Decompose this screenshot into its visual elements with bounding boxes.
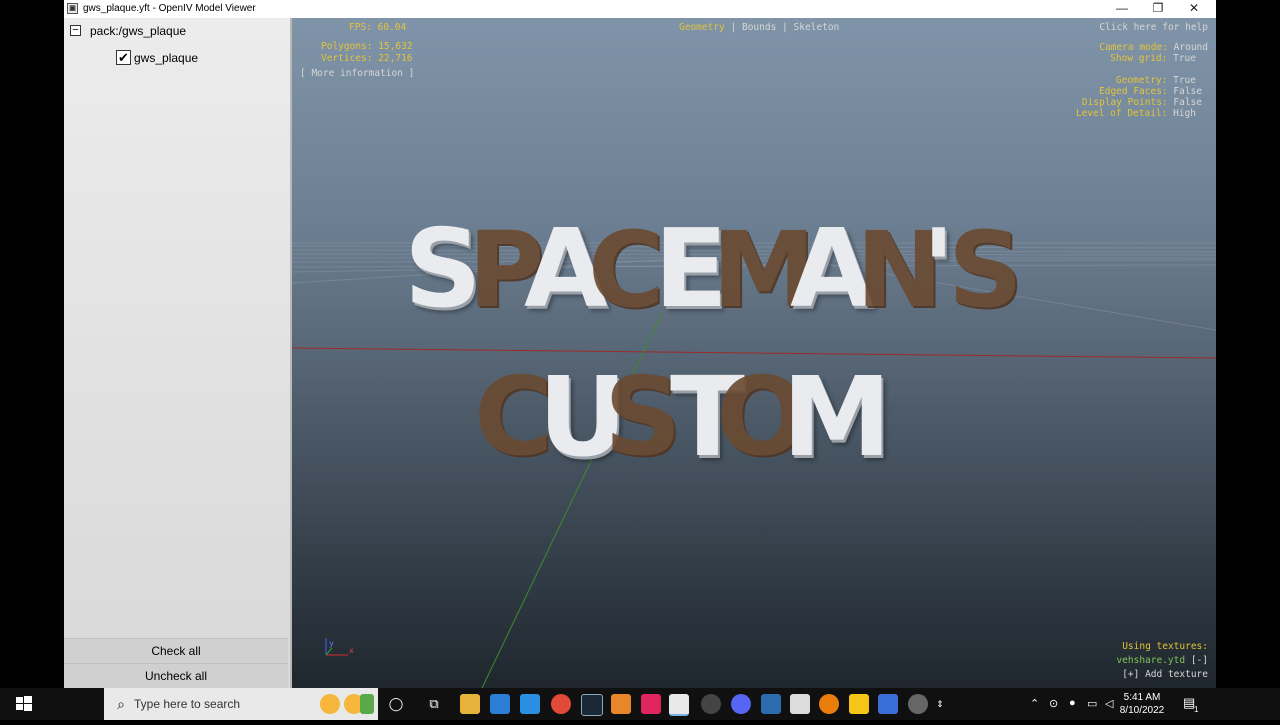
axis-gizmo-y-label: y <box>329 639 334 648</box>
vertices-readout: Vertices: 22,716 <box>321 53 413 64</box>
tab-geometry[interactable]: Geometry <box>679 22 725 33</box>
network-icon[interactable]: ▭ <box>1087 697 1097 710</box>
help-link[interactable]: Click here for help <box>1099 22 1208 33</box>
geometry-setting[interactable]: Geometry: True <box>1116 75 1196 86</box>
search-highlight-icon <box>320 694 340 714</box>
add-texture-button[interactable]: [+] Add texture <box>1122 669 1208 680</box>
uncheck-all-button[interactable]: Uncheck all <box>64 663 288 689</box>
taskbar-scroll-arrows[interactable]: ⇕ <box>934 694 946 714</box>
geometry-label: Geometry: <box>1115 75 1168 86</box>
letterbox-left <box>0 0 64 688</box>
level-of-detail-setting[interactable]: Level of Detail: High <box>1076 108 1196 119</box>
lod-value[interactable]: High <box>1173 108 1196 119</box>
collapse-icon[interactable]: − <box>70 25 81 36</box>
clock-date: 8/10/2022 <box>1119 705 1165 716</box>
texture-entry: vehshare.ytd [-] <box>1116 655 1208 666</box>
mail-icon[interactable] <box>520 694 540 714</box>
rockstar-launcher-icon[interactable] <box>849 694 869 714</box>
camera-mode-value[interactable]: Around <box>1174 42 1208 53</box>
remove-texture-button[interactable]: [-] <box>1191 655 1208 666</box>
tab-bounds[interactable]: Bounds <box>742 22 776 33</box>
clock-time: 5:41 AM <box>1123 692 1161 703</box>
app-icon-white[interactable] <box>790 694 810 714</box>
check-all-button[interactable]: Check all <box>64 638 288 664</box>
microsoft-store-icon[interactable] <box>490 694 510 714</box>
axis-gizmo-x-label: x <box>349 646 354 655</box>
tray-expand-icon[interactable]: ⌃ <box>1030 697 1039 710</box>
edged-faces-value[interactable]: False <box>1173 86 1202 97</box>
maximize-button[interactable]: ❐ <box>1140 0 1176 18</box>
tree-child-label: gws_plaque <box>134 51 199 65</box>
windows-taskbar: ⌕ Type here to search ◯ ⧉ ⇕ ⌃ ⊙ ● ▭ ◁ 5:… <box>0 688 1280 720</box>
model-tree-sidebar: − pack:/gws_plaque ✔ gws_plaque Check al… <box>64 18 292 689</box>
camera-mode-setting[interactable]: Camera mode: Around <box>1099 42 1208 53</box>
edged-faces-label: Edged Faces: <box>1099 86 1168 97</box>
steam-icon[interactable] <box>581 694 603 716</box>
polygons-readout: Polygons: 15,632 <box>321 41 413 52</box>
lod-label: Level of Detail: <box>1075 108 1168 119</box>
app-icon-blue[interactable] <box>761 694 781 714</box>
show-grid-setting[interactable]: Show grid: True <box>1110 53 1196 64</box>
edged-faces-setting[interactable]: Edged Faces: False <box>1099 86 1202 97</box>
show-grid-label: Show grid: <box>1110 53 1168 64</box>
obs-icon[interactable] <box>701 694 721 714</box>
app-icon-pink[interactable] <box>641 694 661 714</box>
file-explorer-icon[interactable] <box>460 694 480 714</box>
display-points-value[interactable]: False <box>1173 97 1202 108</box>
window-title: gws_plaque.yft - OpenIV Model Viewer <box>83 3 256 14</box>
app-window: ▣ gws_plaque.yft - OpenIV Model Viewer —… <box>64 0 1216 689</box>
network-app-icon[interactable]: ⊙ <box>1049 697 1058 710</box>
openiv-app-icon: ▣ <box>67 3 78 14</box>
model-visibility-checkbox[interactable]: ✔ <box>116 50 131 65</box>
more-information-link[interactable]: [ More information ] <box>300 68 414 79</box>
app-icon-gear[interactable] <box>908 694 928 714</box>
texture-file-name: vehshare.ytd <box>1116 655 1186 666</box>
3d-viewport[interactable]: y x S P A C E M A N ' S C U S T O M FPS:… <box>292 18 1216 688</box>
tab-separator: | <box>730 22 737 33</box>
notification-count-badge: 1 <box>1194 705 1199 714</box>
windows-logo-icon <box>16 696 32 711</box>
discord-icon[interactable] <box>731 694 751 714</box>
tab-separator: | <box>782 22 788 33</box>
model-letter: M <box>782 353 892 481</box>
taskbar-search-box[interactable]: ⌕ Type here to search <box>104 688 378 720</box>
camera-mode-label: Camera mode: <box>1099 42 1168 53</box>
app-icon-orange[interactable] <box>611 694 631 714</box>
app-icon-edit[interactable] <box>878 694 898 714</box>
view-mode-tabs: Geometry | Bounds | Skeleton <box>679 22 839 33</box>
start-button[interactable] <box>0 688 48 720</box>
model-letter: S <box>948 209 1023 331</box>
fps-readout: FPS: 60.04 <box>349 22 407 33</box>
model-letter: C <box>588 209 665 331</box>
close-button[interactable]: ✕ <box>1176 0 1212 18</box>
minimize-button[interactable]: — <box>1104 0 1140 18</box>
search-icon: ⌕ <box>117 696 125 712</box>
blender-icon[interactable] <box>819 694 839 714</box>
search-placeholder: Type here to search <box>134 697 241 711</box>
chrome-icon[interactable] <box>551 694 571 714</box>
geometry-value[interactable]: True <box>1173 75 1196 86</box>
microphone-icon[interactable]: ● <box>1069 697 1076 709</box>
tree-root-label: pack:/gws_plaque <box>90 24 187 38</box>
title-bar[interactable]: ▣ gws_plaque.yft - OpenIV Model Viewer —… <box>64 0 1216 18</box>
task-view-icon[interactable]: ⧉ <box>424 694 444 714</box>
cortana-icon[interactable]: ◯ <box>386 694 406 714</box>
search-highlight-plant-icon <box>360 694 374 714</box>
textures-header: Using textures: <box>1122 641 1208 652</box>
taskbar-clock[interactable]: 5:41 AM 8/10/2022 <box>1112 691 1172 717</box>
tab-skeleton[interactable]: Skeleton <box>794 22 840 33</box>
openiv-taskbar-icon[interactable] <box>669 694 689 716</box>
display-points-setting[interactable]: Display Points: False <box>1082 97 1202 108</box>
letterbox-right <box>1216 0 1280 688</box>
display-points-label: Display Points: <box>1081 97 1168 108</box>
show-grid-value[interactable]: True <box>1173 53 1196 64</box>
